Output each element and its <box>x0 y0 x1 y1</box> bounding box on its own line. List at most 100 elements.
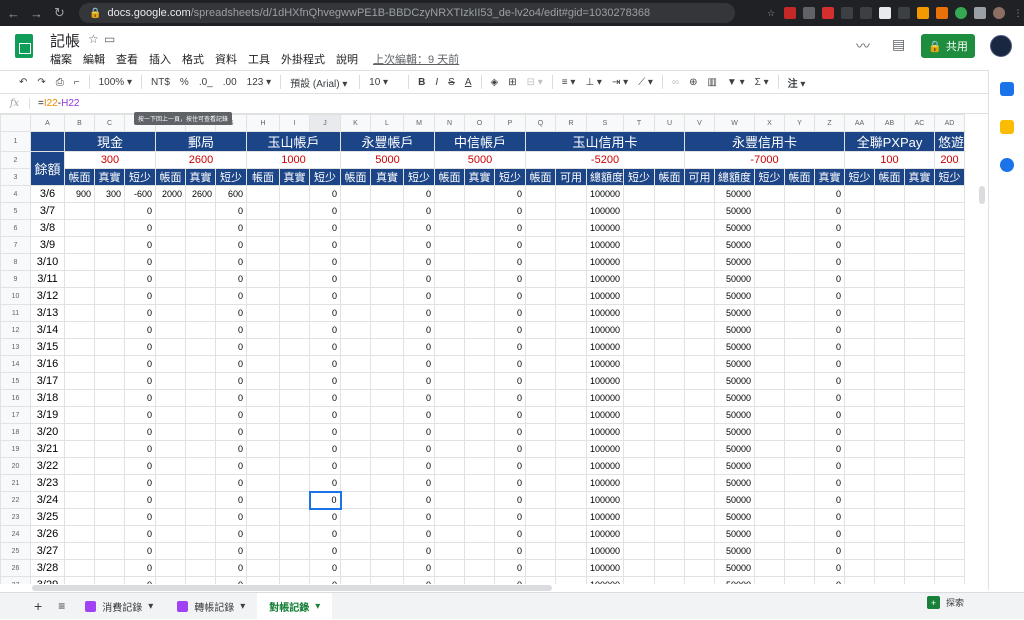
cell[interactable] <box>279 287 310 305</box>
cell[interactable] <box>525 270 556 288</box>
date-cell[interactable]: 3/15 <box>30 338 65 356</box>
activity-trend-icon[interactable]: 〰 <box>856 36 870 56</box>
shortage-cell[interactable]: 0 <box>403 491 435 509</box>
cell[interactable] <box>844 372 875 390</box>
row-header[interactable]: 23 <box>0 508 31 526</box>
shortage-cell[interactable]: 0 <box>814 321 845 339</box>
credit-limit-cell[interactable]: 100000 <box>586 355 624 373</box>
shortage-cell[interactable]: 0 <box>494 236 526 254</box>
shortage-cell[interactable]: 0 <box>403 372 435 390</box>
shortage-cell[interactable]: 0 <box>215 338 247 356</box>
column-header[interactable]: Z <box>814 114 845 132</box>
cell[interactable] <box>246 508 280 526</box>
column-header[interactable]: C <box>94 114 125 132</box>
cell[interactable] <box>279 542 310 560</box>
merge-cells-icon[interactable]: ⊟ ▾ <box>522 77 548 88</box>
menu-data[interactable]: 資料 <box>215 51 237 67</box>
print-icon[interactable]: ⎙ <box>51 77 69 88</box>
cell[interactable] <box>754 236 785 254</box>
cell[interactable] <box>64 355 95 373</box>
shortage-cell[interactable]: 0 <box>494 542 526 560</box>
text-color-button[interactable]: A <box>460 77 477 88</box>
menu-addons[interactable]: 外掛程式 <box>281 51 325 67</box>
shortage-cell[interactable]: 0 <box>494 304 526 322</box>
credit-limit-cell[interactable]: 100000 <box>586 219 624 237</box>
cell[interactable] <box>464 491 495 509</box>
cell[interactable] <box>784 389 815 407</box>
column-header[interactable]: I <box>279 114 310 132</box>
cell[interactable] <box>434 202 465 220</box>
subheader-cell[interactable]: 可用 <box>555 168 587 186</box>
cell[interactable] <box>370 440 404 458</box>
cell[interactable] <box>904 355 935 373</box>
select-all-corner[interactable] <box>0 114 31 132</box>
extension-icon[interactable] <box>803 7 815 19</box>
cell[interactable] <box>874 576 905 584</box>
account-name-cell[interactable]: 永豐信用卡 <box>684 131 845 152</box>
cell[interactable] <box>754 219 785 237</box>
cell[interactable] <box>464 287 495 305</box>
address-bar[interactable]: 🔒 docs.google.com /spreadsheets/d/1dHXfn… <box>79 3 735 23</box>
shortage-cell[interactable]: 0 <box>124 525 156 543</box>
cell[interactable] <box>340 559 371 577</box>
cell[interactable] <box>155 355 186 373</box>
shortage-cell[interactable]: 0 <box>124 355 156 373</box>
cell[interactable] <box>434 576 465 584</box>
cell[interactable] <box>654 491 685 509</box>
cell[interactable] <box>654 202 685 220</box>
cell[interactable] <box>784 236 815 254</box>
column-header[interactable]: AB <box>874 114 905 132</box>
cell[interactable] <box>904 304 935 322</box>
shortage-cell[interactable]: 0 <box>403 270 435 288</box>
shortage-cell[interactable]: 0 <box>215 474 247 492</box>
row-header[interactable]: 18 <box>0 423 31 441</box>
menu-help[interactable]: 說明 <box>336 51 358 67</box>
cell[interactable] <box>684 525 715 543</box>
cell[interactable] <box>155 508 186 526</box>
strikethrough-button[interactable]: S <box>443 77 460 88</box>
shortage-cell[interactable]: 0 <box>309 576 341 584</box>
credit-limit-cell[interactable]: 100000 <box>586 576 624 584</box>
account-name-cell[interactable]: 悠遊卡 <box>934 131 965 152</box>
cell[interactable] <box>64 372 95 390</box>
cell[interactable] <box>934 304 965 322</box>
cell[interactable] <box>784 253 815 271</box>
cell[interactable] <box>185 236 216 254</box>
cell[interactable] <box>279 253 310 271</box>
extension-icon[interactable] <box>841 7 853 19</box>
cell[interactable] <box>784 440 815 458</box>
credit-limit-cell[interactable]: 50000 <box>714 406 755 424</box>
cell[interactable] <box>185 338 216 356</box>
zoom-select[interactable]: 100% ▾ <box>94 77 137 88</box>
shortage-cell[interactable]: 0 <box>494 559 526 577</box>
shortage-cell[interactable]: 0 <box>814 440 845 458</box>
cell[interactable] <box>434 372 465 390</box>
cell[interactable] <box>623 219 655 237</box>
cell[interactable] <box>340 440 371 458</box>
shortage-cell[interactable]: 0 <box>124 440 156 458</box>
shortage-cell[interactable]: 0 <box>403 219 435 237</box>
balance-cell[interactable]: 1000 <box>246 151 341 169</box>
cell[interactable] <box>434 338 465 356</box>
cell[interactable] <box>654 525 685 543</box>
shortage-cell[interactable]: 0 <box>814 270 845 288</box>
extension-icon[interactable] <box>822 7 834 19</box>
account-name-cell[interactable]: 現金 <box>64 131 156 152</box>
cell[interactable] <box>434 236 465 254</box>
row-header[interactable]: 14 <box>0 355 31 373</box>
sheet-tab-0[interactable]: 消費記錄 ▾ <box>73 593 165 620</box>
cell[interactable] <box>434 389 465 407</box>
cell[interactable] <box>754 559 785 577</box>
cell[interactable] <box>155 236 186 254</box>
cell[interactable] <box>623 440 655 458</box>
cell[interactable] <box>155 270 186 288</box>
cell[interactable] <box>94 372 125 390</box>
shortage-cell[interactable]: 0 <box>403 559 435 577</box>
cell[interactable] <box>94 253 125 271</box>
shortage-cell[interactable]: 0 <box>215 576 247 584</box>
credit-limit-cell[interactable]: 50000 <box>714 389 755 407</box>
credit-limit-cell[interactable]: 50000 <box>714 559 755 577</box>
fill-color-icon[interactable]: ◈ <box>486 77 504 88</box>
cell[interactable] <box>844 253 875 271</box>
cell[interactable] <box>525 338 556 356</box>
